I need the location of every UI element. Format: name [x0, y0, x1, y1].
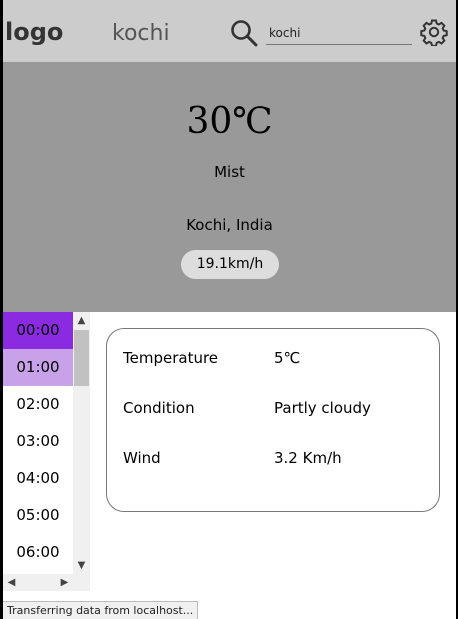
current-location: Kochi, India: [186, 216, 273, 234]
city-title: kochi: [112, 21, 170, 46]
scroll-down-icon[interactable]: ▼: [73, 557, 90, 574]
detail-value: Partly cloudy: [274, 399, 371, 417]
scroll-left-icon[interactable]: ◀: [3, 574, 20, 591]
logo[interactable]: logo: [5, 18, 63, 46]
vertical-scrollbar[interactable]: ▲ ▼: [73, 312, 90, 574]
detail-value: 3.2 Km/h: [274, 449, 342, 467]
scroll-up-icon[interactable]: ▲: [73, 312, 90, 329]
hour-item[interactable]: 06:00: [3, 534, 73, 571]
detail-label: Temperature: [123, 349, 219, 367]
header: logo kochi: [3, 0, 456, 62]
scroll-thumb[interactable]: [74, 330, 89, 386]
gear-icon[interactable]: [420, 18, 448, 46]
hour-item[interactable]: 00:00: [3, 312, 73, 349]
detail-label: Condition: [123, 399, 195, 417]
horizontal-scrollbar[interactable]: ◀ ▶: [3, 574, 73, 591]
hour-item[interactable]: 01:00: [3, 349, 73, 386]
scrollbar-corner: [73, 574, 90, 591]
current-condition: Mist: [214, 163, 245, 181]
wind-speed-badge: 19.1km/h: [181, 250, 279, 279]
search-input[interactable]: [266, 21, 412, 45]
status-bar: Transferring data from localhost...: [3, 601, 199, 619]
hour-item[interactable]: 04:00: [3, 460, 73, 497]
scroll-right-icon[interactable]: ▶: [56, 574, 73, 591]
current-weather-panel: 30℃ Mist Kochi, India 19.1km/h: [3, 62, 456, 312]
hour-list[interactable]: 00:00 01:00 02:00 03:00 04:00 05:00 06:0…: [3, 312, 73, 574]
hour-item[interactable]: 05:00: [3, 497, 73, 534]
search-icon[interactable]: [229, 18, 259, 48]
detail-label: Wind: [123, 449, 161, 467]
hour-item[interactable]: 03:00: [3, 423, 73, 460]
hourly-details-card: Temperature 5℃ Condition Partly cloudy W…: [106, 328, 440, 512]
current-temperature: 30℃: [186, 101, 273, 142]
detail-value: 5℃: [274, 349, 301, 367]
hour-item[interactable]: 02:00: [3, 386, 73, 423]
